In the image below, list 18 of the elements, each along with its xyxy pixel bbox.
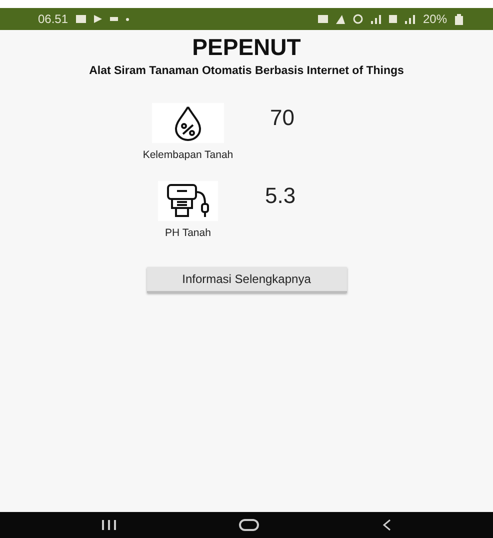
ph-meter-icon [165,182,211,220]
battery-percent: 20% [422,12,447,26]
battery-icon [455,14,463,24]
sensor-label: PH Tanah [165,227,211,239]
sensor-label: Kelembapan Tanah [142,149,234,161]
sensor-value: 70 [270,105,294,132]
recent-apps-icon[interactable] [102,520,116,530]
more-info-button[interactable]: Informasi Selengkapnya [146,267,346,293]
signal-icon [404,14,415,24]
signal-icon [370,14,381,24]
back-icon[interactable] [383,519,392,531]
status-time: 06.51 [38,12,68,26]
app-title: PEPENUT [192,34,301,61]
play-icon [94,15,102,23]
percent-drop-icon [173,105,203,141]
home-icon[interactable] [239,519,260,531]
sensor-value: 5.3 [265,183,296,210]
app-subtitle: Alat Siram Tanaman Otomatis Berbasis Internet of Things [89,65,404,77]
